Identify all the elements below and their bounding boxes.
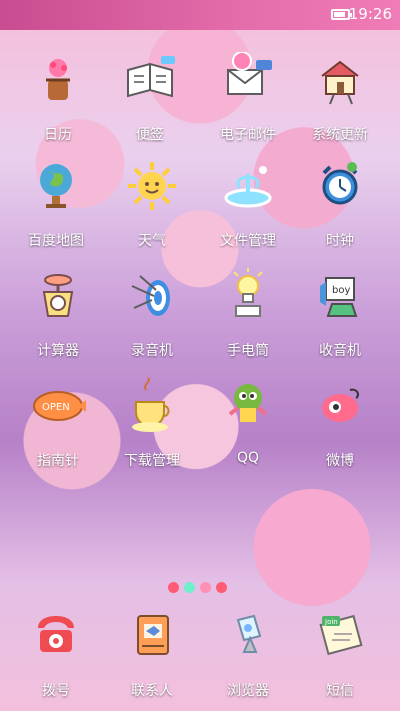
app-flashlight-label: 手电筒 — [227, 343, 269, 359]
scale-icon — [30, 268, 86, 324]
house-icon — [312, 52, 368, 108]
app-flashlight[interactable]: 手电筒 — [208, 268, 288, 368]
dock-browser[interactable]: 浏览器 — [208, 608, 288, 708]
status-time: 19:26 — [348, 5, 392, 23]
app-recorder[interactable]: 录音机 — [112, 268, 192, 368]
app-notes-label: 便签 — [136, 127, 164, 143]
dock-dialer[interactable]: 拨号 — [16, 608, 96, 708]
lightbulb-icon — [220, 268, 276, 324]
bird-icon — [220, 378, 276, 434]
app-qq-label: QQ — [236, 450, 260, 466]
app-calculator-label: 计算器 — [37, 343, 79, 359]
app-radio[interactable]: boy 收音机 — [300, 268, 380, 368]
app-weibo[interactable]: 微博 — [300, 378, 380, 478]
contact-book-icon — [124, 608, 180, 664]
notebook-icon — [122, 52, 178, 108]
target-icon — [124, 268, 180, 324]
dock-contacts-label: 联系人 — [131, 683, 173, 699]
satellite-icon — [220, 608, 276, 664]
app-clock-label: 时钟 — [326, 233, 354, 249]
status-bar: 19:26 — [0, 0, 400, 30]
dock-contacts[interactable]: 联系人 — [112, 608, 192, 708]
app-compass-label: 指南针 — [37, 453, 79, 469]
app-clock[interactable]: 时钟 — [300, 158, 380, 258]
app-baidu-map[interactable]: 百度地图 — [16, 158, 96, 258]
calendar-icon — [30, 52, 86, 108]
app-download-manager[interactable]: 下载管理 — [112, 378, 192, 478]
dock-browser-label: 浏览器 — [227, 683, 269, 699]
battery-level — [334, 12, 345, 17]
weibo-face-icon — [312, 378, 368, 434]
svg-text:OPEN: OPEN — [42, 402, 70, 413]
svg-text:boy: boy — [332, 285, 350, 296]
app-qq[interactable]: QQ — [208, 378, 288, 478]
boy-screen-icon: boy — [312, 268, 368, 324]
app-email-label: 电子邮件 — [220, 127, 276, 143]
dock-dialer-label: 拨号 — [42, 683, 70, 699]
fountain-icon — [220, 158, 276, 214]
app-system-update-label: 系统更新 — [312, 127, 368, 143]
page-indicator-dot-4 — [216, 582, 227, 593]
sun-icon — [124, 158, 180, 214]
app-notes[interactable]: 便签 — [110, 52, 190, 152]
app-baidu-map-label: 百度地图 — [28, 233, 84, 249]
battery-icon — [331, 9, 352, 20]
globe-icon — [28, 158, 84, 214]
svg-text:Join: Join — [324, 618, 338, 626]
alarm-clock-icon — [312, 158, 368, 214]
dock-messages[interactable]: Join 短信 — [300, 608, 380, 708]
app-calendar[interactable]: 日历 — [18, 52, 98, 152]
page-indicator-dot-2 — [184, 582, 195, 593]
app-email[interactable]: 电子邮件 — [208, 52, 288, 152]
app-weibo-label: 微博 — [326, 453, 354, 469]
app-weather[interactable]: 天气 — [112, 158, 192, 258]
blimp-icon: OPEN — [30, 378, 86, 434]
app-recorder-label: 录音机 — [131, 343, 173, 359]
mail-icon — [220, 52, 276, 108]
page-indicator-dot-1 — [168, 582, 179, 593]
teacup-icon — [124, 378, 180, 434]
page-indicator-dot-3 — [200, 582, 211, 593]
app-calculator[interactable]: 计算器 — [18, 268, 98, 368]
app-compass[interactable]: OPEN 指南针 — [18, 378, 98, 478]
app-calendar-label: 日历 — [44, 127, 72, 143]
join-sign-icon: Join — [312, 608, 368, 664]
app-file-manager[interactable]: 文件管理 — [208, 158, 288, 258]
app-file-manager-label: 文件管理 — [220, 233, 276, 249]
page-indicator — [168, 582, 238, 596]
app-system-update[interactable]: 系统更新 — [300, 52, 380, 152]
app-weather-label: 天气 — [138, 233, 166, 249]
app-download-manager-label: 下载管理 — [124, 453, 180, 469]
telephone-icon — [28, 608, 84, 664]
dock-messages-label: 短信 — [326, 683, 354, 699]
app-radio-label: 收音机 — [319, 343, 361, 359]
